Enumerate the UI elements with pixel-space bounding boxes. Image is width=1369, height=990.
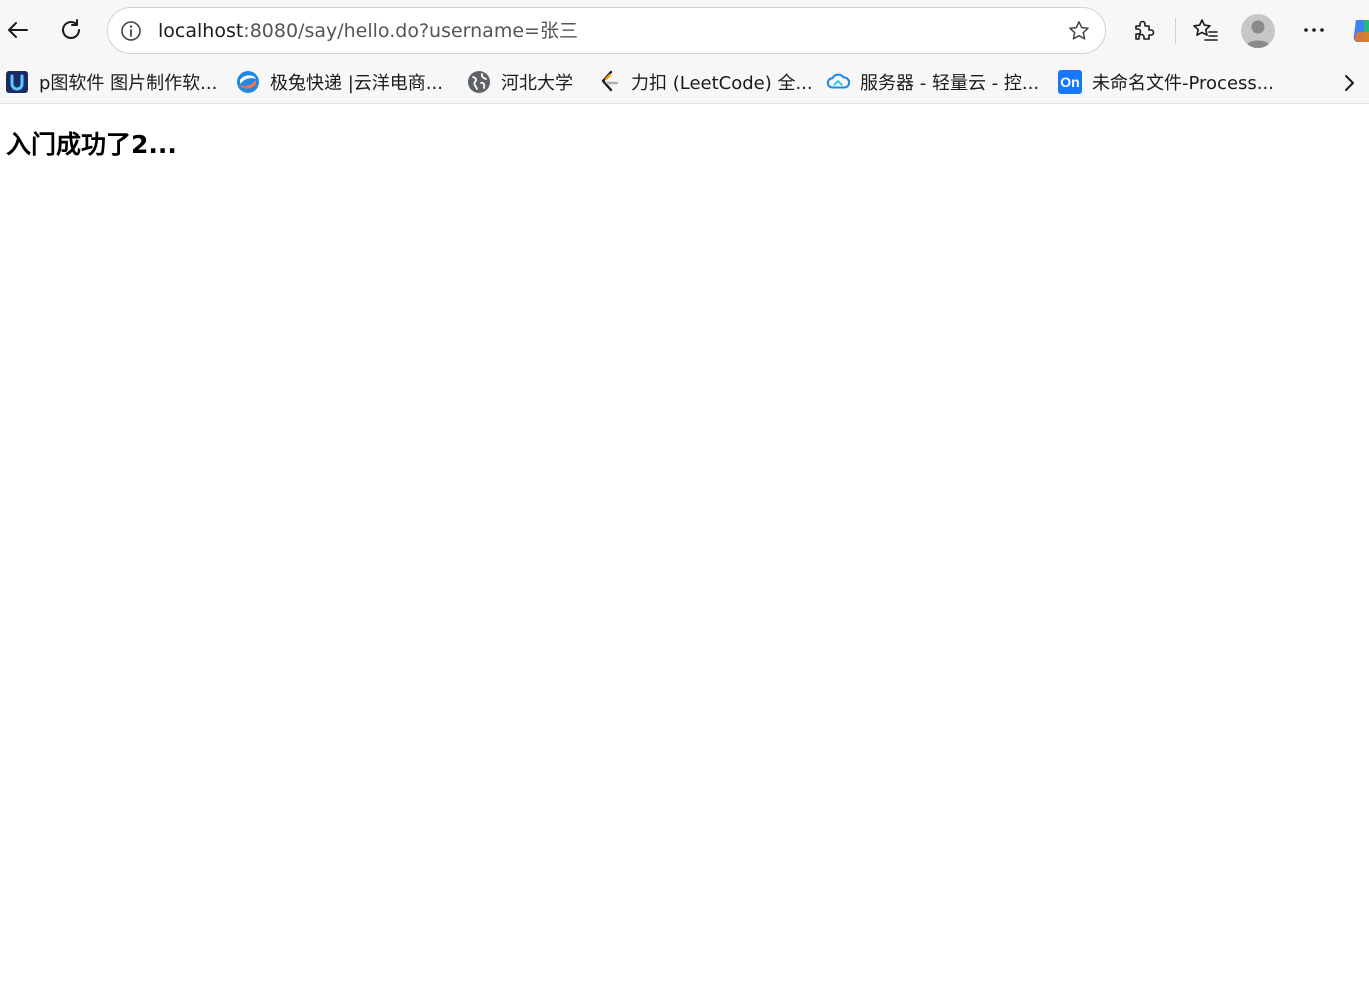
bookmark-label: 力扣 (LeetCode) 全... <box>631 73 813 94</box>
bookmark-label: 河北大学 <box>501 73 573 94</box>
bookmark-item[interactable]: 力扣 (LeetCode) 全... <box>597 68 813 96</box>
bookmark-item[interactable]: 河北大学 <box>467 68 573 96</box>
profile-avatar[interactable] <box>1241 14 1275 48</box>
url-host: localhost <box>158 20 244 42</box>
bookmark-item[interactable]: On 未命名文件-Process... <box>1058 68 1274 96</box>
page-heading: 入门成功了2... <box>6 130 177 159</box>
url-path: :8080/say/hello.do?username=张三 <box>243 20 578 42</box>
site-info-icon[interactable] <box>120 20 142 42</box>
favorites-star-list-icon <box>1193 19 1218 41</box>
toolbar-divider <box>1175 18 1176 44</box>
bookmark-label: 服务器 - 轻量云 - 控... <box>860 73 1040 94</box>
bookmarks-overflow-button[interactable] <box>1336 70 1362 96</box>
favorites-button[interactable] <box>1187 12 1223 48</box>
bookmarks-bar: p图软件 图片制作软... 极兔快递 |云洋电商... 河北大学 力扣 (Lee… <box>0 62 1369 104</box>
on-logo-badge: On <box>1060 74 1080 90</box>
copilot-icon[interactable] <box>1350 16 1369 46</box>
bookmark-label: 未命名文件-Process... <box>1092 73 1274 94</box>
puzzle-icon <box>1135 20 1155 40</box>
swirl-logo-icon <box>236 70 260 94</box>
cloud-icon <box>826 70 850 94</box>
more-menu-button[interactable] <box>1296 12 1332 48</box>
add-favorite-star-icon[interactable] <box>1067 19 1091 43</box>
bookmark-item[interactable]: p图软件 图片制作软... <box>5 68 217 96</box>
back-button[interactable] <box>0 12 36 48</box>
reload-icon <box>62 19 80 39</box>
bookmark-item[interactable]: 服务器 - 轻量云 - 控... <box>826 68 1039 96</box>
page-content: 入门成功了2... <box>0 105 1369 990</box>
leetcode-icon <box>597 70 621 94</box>
user-avatar-icon <box>1245 20 1271 48</box>
address-bar[interactable]: localhost:8080/say/hello.do?username=张三 <box>107 7 1106 54</box>
bookmark-label: p图软件 图片制作软... <box>39 73 218 94</box>
globe-icon <box>467 70 491 94</box>
back-arrow-icon <box>8 22 28 38</box>
extensions-button[interactable] <box>1126 12 1162 48</box>
more-dots-icon <box>1304 28 1324 32</box>
reload-button[interactable] <box>53 12 89 48</box>
blue-u-logo-icon <box>5 70 29 94</box>
bookmark-label: 极兔快递 |云洋电商... <box>270 73 443 94</box>
chevron-right-icon <box>1345 75 1354 91</box>
address-url[interactable]: localhost:8080/say/hello.do?username=张三 <box>158 20 578 42</box>
bookmark-item[interactable]: 极兔快递 |云洋电商... <box>236 68 443 96</box>
browser-toolbar: localhost:8080/say/hello.do?username=张三 <box>0 0 1369 62</box>
on-logo-icon: On <box>1058 70 1082 94</box>
